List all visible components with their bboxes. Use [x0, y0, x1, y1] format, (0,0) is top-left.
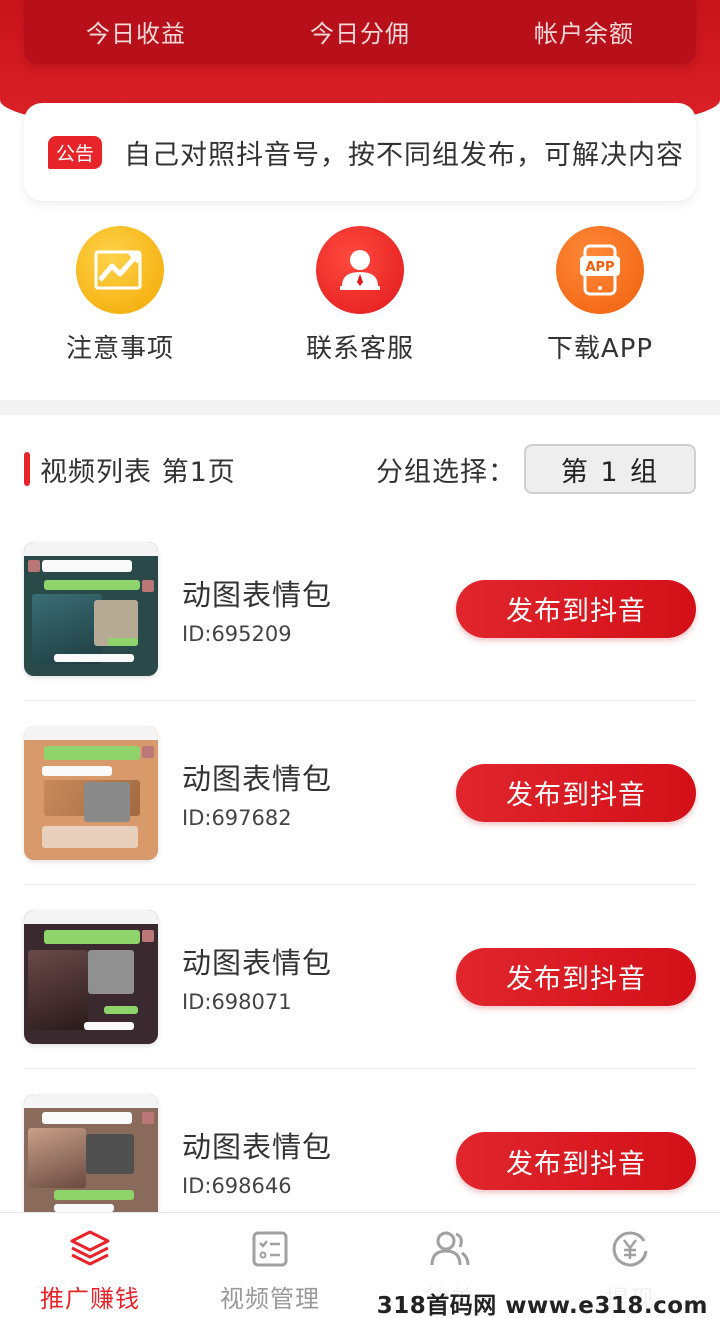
notice-badge: 公告	[48, 135, 103, 169]
video-row: 动图表情包 ID:697682 发布到抖音	[24, 701, 696, 885]
publish-to-douyin-button[interactable]: 发布到抖音	[456, 1132, 696, 1190]
publish-to-douyin-button[interactable]: 发布到抖音	[456, 763, 696, 822]
nav-tab-promote-label: 推广赚钱	[40, 1285, 140, 1313]
video-info: 动图表情包 ID:695209	[182, 572, 332, 646]
shortcut-notes-label: 注意事项	[65, 334, 174, 364]
video-info: 动图表情包 ID:698071	[182, 940, 332, 1014]
shortcut-download-label: 下载APP	[546, 334, 654, 364]
users-icon	[428, 1229, 472, 1273]
phone-app-icon: APP	[556, 226, 644, 314]
shortcut-contact-service[interactable]: 联系客服	[260, 226, 460, 376]
yuan-coin-icon	[610, 1229, 650, 1273]
video-list-title: 视频列表 第1页	[40, 456, 236, 488]
group-select-label: 分组选择：	[376, 456, 516, 488]
notice-text: 自己对照抖音号，按不同组发布，可解决内容重	[124, 139, 685, 171]
trend-chart-icon	[76, 226, 164, 314]
stat-today-earnings[interactable]: 今日收益	[36, 14, 236, 49]
checklist-icon	[250, 1229, 290, 1273]
video-info: 动图表情包 ID:698646	[182, 1124, 332, 1198]
video-title: 动图表情包	[182, 761, 333, 796]
group-select[interactable]: 第 1 组	[524, 444, 696, 494]
nav-tab-video-management-label: 视频管理	[220, 1285, 320, 1313]
stats-card: 今日收益 今日分佣 帐户余额	[24, 0, 696, 64]
video-title: 动图表情包	[182, 577, 333, 612]
video-thumbnail[interactable]	[24, 1094, 158, 1228]
video-title: 动图表情包	[182, 1130, 333, 1164]
video-id: ID:698646	[182, 1174, 292, 1198]
video-thumbnail[interactable]	[24, 541, 158, 676]
stat-account-balance[interactable]: 帐户余额	[484, 14, 684, 49]
video-list: 动图表情包 ID:695209 发布到抖音 动图表情包 ID:697682 发布…	[24, 517, 696, 1253]
layers-icon	[68, 1229, 112, 1273]
shortcut-download-app[interactable]: APP 下载APP	[500, 226, 700, 376]
shortcut-notes[interactable]: 注意事项	[20, 226, 220, 376]
video-id: ID:698071	[182, 989, 292, 1014]
section-divider	[0, 400, 720, 415]
video-id: ID:697682	[182, 805, 292, 830]
nav-tab-video-management[interactable]: 视频管理	[180, 1213, 360, 1318]
publish-to-douyin-button[interactable]: 发布到抖音	[456, 579, 696, 638]
customer-service-icon	[316, 226, 404, 314]
video-title: 动图表情包	[182, 945, 333, 980]
video-thumbnail[interactable]	[24, 909, 158, 1044]
svg-text:APP: APP	[585, 260, 614, 275]
site-watermark: 318首码网 www.e318.com	[372, 1286, 712, 1318]
notice-card[interactable]: 公告 自己对照抖音号，按不同组发布，可解决内容重	[24, 103, 696, 201]
video-id: ID:695209	[182, 621, 292, 646]
video-row: 动图表情包 ID:695209 发布到抖音	[24, 517, 696, 701]
title-accent-bar	[24, 452, 30, 486]
shortcut-grid: 注意事项 联系客服 APP 下载APP	[0, 226, 720, 376]
video-info: 动图表情包 ID:697682	[182, 756, 332, 830]
stat-today-commission[interactable]: 今日分佣	[260, 14, 460, 49]
video-thumbnail[interactable]	[24, 725, 158, 860]
video-row: 动图表情包 ID:698071 发布到抖音	[24, 885, 696, 1069]
video-list-header: 视频列表 第1页 分组选择： 第 1 组	[24, 443, 696, 495]
shortcut-contact-label: 联系客服	[305, 334, 414, 364]
nav-tab-promote[interactable]: 推广赚钱	[0, 1213, 180, 1318]
publish-to-douyin-button[interactable]: 发布到抖音	[456, 947, 696, 1006]
